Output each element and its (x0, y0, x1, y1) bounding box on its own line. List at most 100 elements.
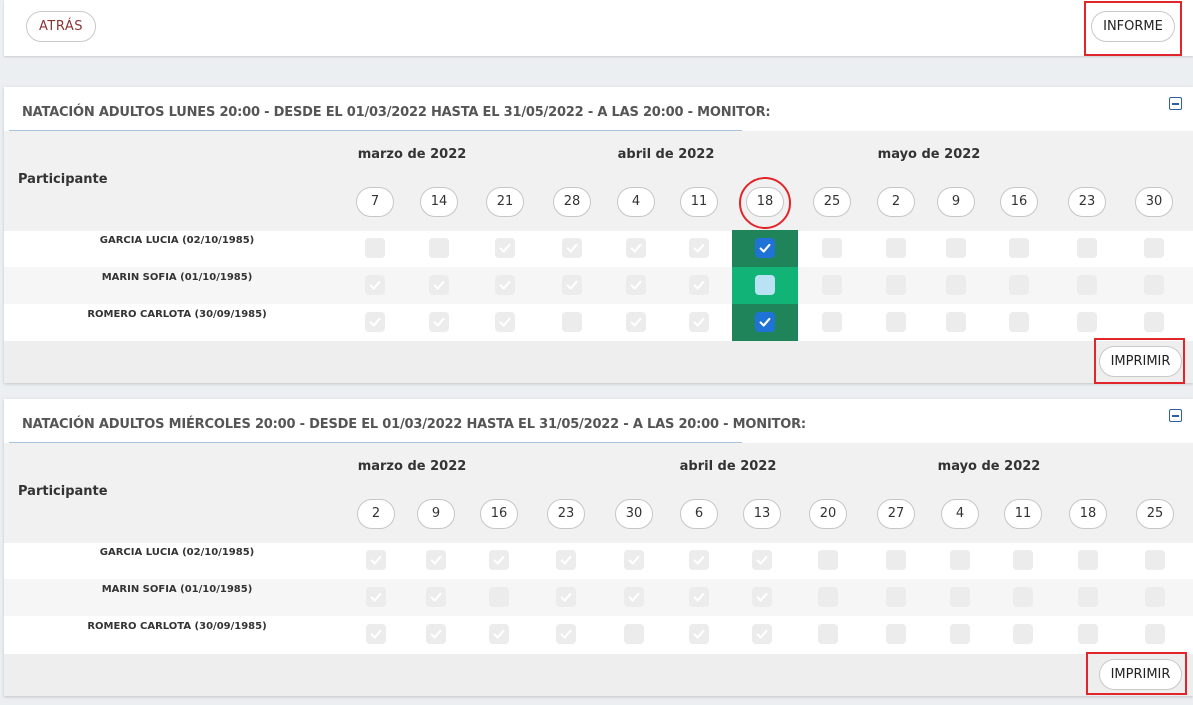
attendance-checkbox[interactable] (822, 312, 842, 332)
attendance-checkbox[interactable] (429, 275, 449, 295)
attendance-checkbox[interactable] (556, 587, 576, 607)
attendance-checkbox[interactable] (752, 624, 772, 644)
report-button[interactable]: INFORME (1091, 11, 1175, 42)
date-pill[interactable]: 23 (1068, 187, 1106, 217)
date-pill[interactable]: 7 (356, 187, 394, 217)
attendance-checkbox[interactable] (626, 238, 646, 258)
attendance-checkbox[interactable] (624, 587, 644, 607)
attendance-checkbox[interactable] (429, 312, 449, 332)
attendance-checkbox[interactable] (755, 275, 775, 295)
attendance-checkbox[interactable] (365, 275, 385, 295)
attendance-checkbox[interactable] (1013, 587, 1033, 607)
date-pill[interactable]: 18 (1069, 499, 1107, 529)
attendance-checkbox[interactable] (426, 587, 446, 607)
date-pill[interactable]: 4 (941, 499, 979, 529)
date-pill[interactable]: 21 (486, 187, 524, 217)
attendance-checkbox[interactable] (1013, 624, 1033, 644)
attendance-checkbox[interactable] (752, 587, 772, 607)
attendance-checkbox[interactable] (1144, 238, 1164, 258)
attendance-checkbox[interactable] (489, 550, 509, 570)
attendance-checkbox[interactable] (1144, 275, 1164, 295)
date-pill[interactable]: 25 (1136, 499, 1174, 529)
attendance-checkbox[interactable] (562, 275, 582, 295)
attendance-checkbox[interactable] (1077, 275, 1097, 295)
date-pill[interactable]: 16 (480, 499, 518, 529)
attendance-checkbox[interactable] (1145, 587, 1165, 607)
attendance-checkbox[interactable] (689, 624, 709, 644)
attendance-checkbox[interactable] (365, 238, 385, 258)
date-pill[interactable]: 13 (743, 499, 781, 529)
attendance-checkbox[interactable] (950, 624, 970, 644)
attendance-checkbox[interactable] (950, 587, 970, 607)
attendance-checkbox[interactable] (946, 238, 966, 258)
date-pill[interactable]: 23 (547, 499, 585, 529)
attendance-checkbox[interactable] (1013, 550, 1033, 570)
attendance-checkbox[interactable] (946, 275, 966, 295)
attendance-checkbox[interactable] (1078, 550, 1098, 570)
date-pill[interactable]: 20 (809, 499, 847, 529)
attendance-checkbox[interactable] (366, 587, 386, 607)
attendance-checkbox[interactable] (822, 275, 842, 295)
attendance-checkbox[interactable] (950, 550, 970, 570)
attendance-checkbox[interactable] (886, 550, 906, 570)
attendance-checkbox[interactable] (818, 587, 838, 607)
attendance-checkbox[interactable] (689, 275, 709, 295)
attendance-checkbox[interactable] (1009, 238, 1029, 258)
date-pill[interactable]: 4 (617, 187, 655, 217)
attendance-checkbox[interactable] (426, 624, 446, 644)
attendance-checkbox[interactable] (1009, 275, 1029, 295)
attendance-checkbox[interactable] (886, 587, 906, 607)
attendance-checkbox[interactable] (556, 550, 576, 570)
attendance-checkbox[interactable] (886, 312, 906, 332)
attendance-checkbox[interactable] (689, 312, 709, 332)
attendance-checkbox[interactable] (429, 238, 449, 258)
attendance-checkbox[interactable] (489, 587, 509, 607)
date-pill[interactable]: 14 (420, 187, 458, 217)
attendance-checkbox[interactable] (365, 312, 385, 332)
attendance-checkbox[interactable] (495, 238, 515, 258)
attendance-checkbox[interactable] (755, 238, 775, 258)
attendance-checkbox[interactable] (626, 275, 646, 295)
attendance-checkbox[interactable] (426, 550, 446, 570)
attendance-checkbox[interactable] (1144, 312, 1164, 332)
attendance-checkbox[interactable] (1145, 624, 1165, 644)
attendance-checkbox[interactable] (556, 624, 576, 644)
print-button[interactable]: IMPRIMIR (1099, 346, 1182, 377)
attendance-checkbox[interactable] (495, 312, 515, 332)
attendance-checkbox[interactable] (1077, 312, 1097, 332)
attendance-checkbox[interactable] (818, 550, 838, 570)
back-button[interactable]: ATRÁS (26, 11, 96, 42)
date-pill[interactable]: 27 (877, 499, 915, 529)
minus-square-icon[interactable] (1169, 409, 1182, 422)
attendance-checkbox[interactable] (562, 238, 582, 258)
attendance-checkbox[interactable] (366, 550, 386, 570)
attendance-checkbox[interactable] (752, 550, 772, 570)
attendance-checkbox[interactable] (886, 238, 906, 258)
attendance-checkbox[interactable] (495, 275, 515, 295)
date-pill[interactable]: 30 (615, 499, 653, 529)
attendance-checkbox[interactable] (818, 624, 838, 644)
attendance-checkbox[interactable] (689, 587, 709, 607)
attendance-checkbox[interactable] (562, 312, 582, 332)
attendance-checkbox[interactable] (755, 312, 775, 332)
attendance-checkbox[interactable] (886, 624, 906, 644)
attendance-checkbox[interactable] (624, 624, 644, 644)
date-pill[interactable]: 11 (680, 187, 718, 217)
date-pill[interactable]: 18 (746, 187, 784, 217)
date-pill[interactable]: 2 (877, 187, 915, 217)
date-pill[interactable]: 28 (553, 187, 591, 217)
date-pill[interactable]: 9 (417, 499, 455, 529)
attendance-checkbox[interactable] (624, 550, 644, 570)
date-pill[interactable]: 25 (813, 187, 851, 217)
attendance-checkbox[interactable] (1145, 550, 1165, 570)
date-pill[interactable]: 30 (1135, 187, 1173, 217)
date-pill[interactable]: 11 (1004, 499, 1042, 529)
attendance-checkbox[interactable] (366, 624, 386, 644)
minus-square-icon[interactable] (1169, 97, 1182, 110)
attendance-checkbox[interactable] (626, 312, 646, 332)
attendance-checkbox[interactable] (689, 550, 709, 570)
attendance-checkbox[interactable] (1078, 587, 1098, 607)
attendance-checkbox[interactable] (489, 624, 509, 644)
date-pill[interactable]: 6 (680, 499, 718, 529)
attendance-checkbox[interactable] (822, 238, 842, 258)
